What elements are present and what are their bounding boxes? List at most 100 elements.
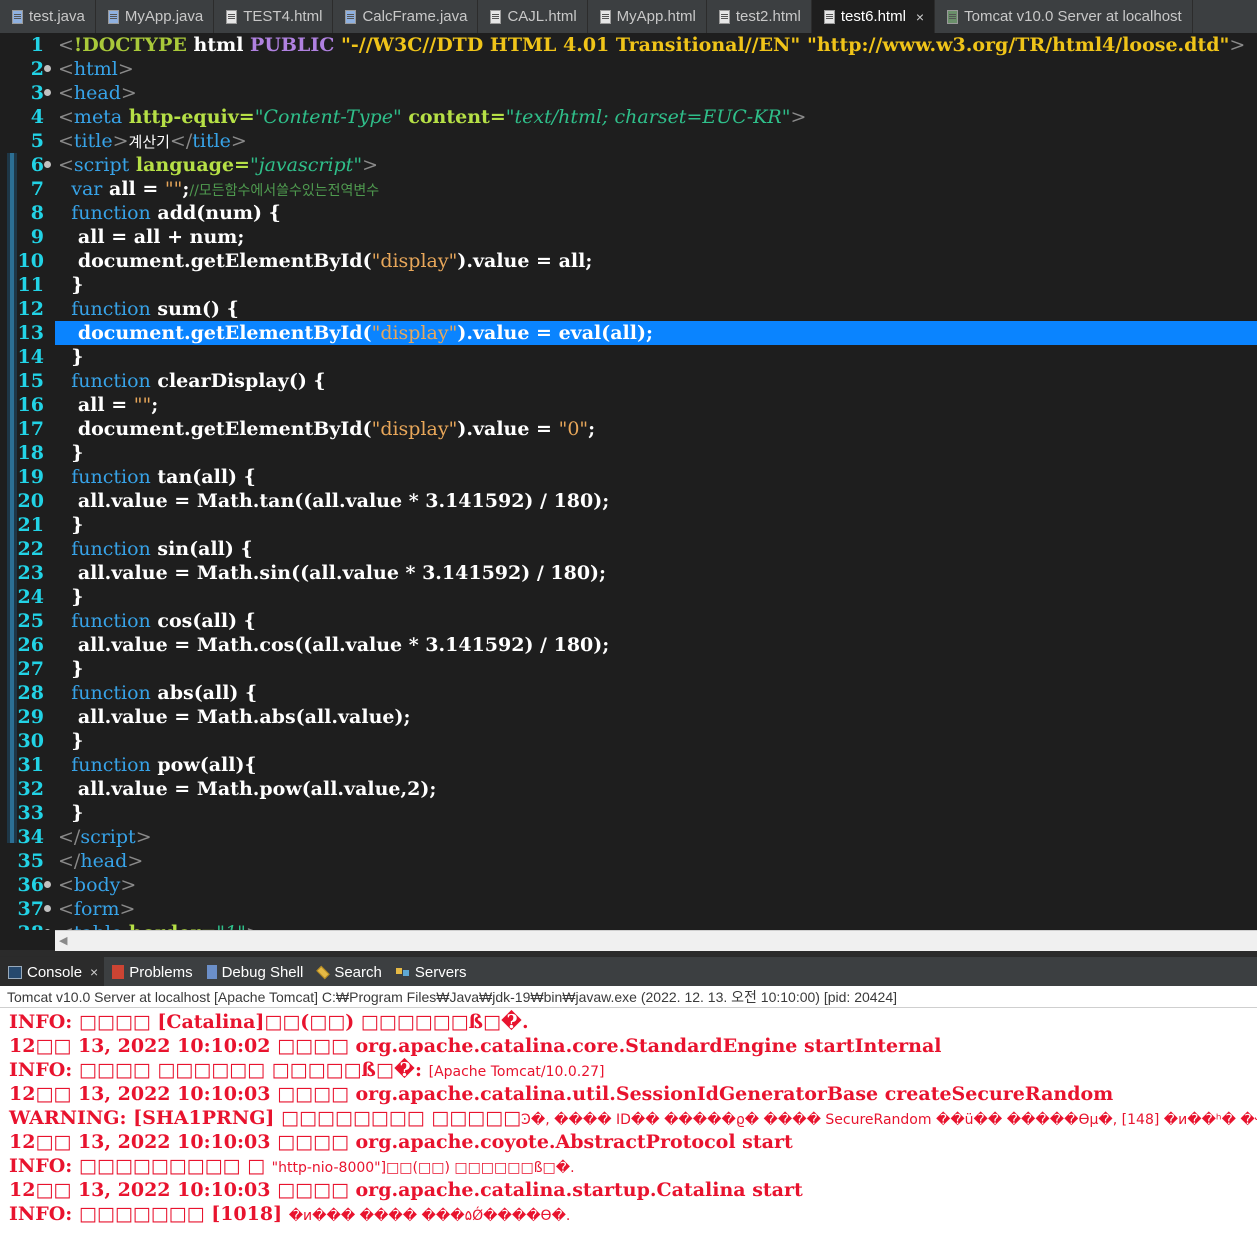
editor-tab[interactable]: MyApp.java xyxy=(96,0,215,33)
code-text: function clearDisplay() { xyxy=(58,369,325,393)
editor-tab[interactable]: TEST4.html xyxy=(214,0,334,33)
code-text: } xyxy=(58,513,83,537)
line-number: 16 xyxy=(17,394,44,416)
view-tab[interactable]: Search xyxy=(309,957,388,987)
horizontal-scrollbar[interactable]: ◀ xyxy=(55,930,1257,951)
code-line[interactable]: 28 function abs(all) { xyxy=(0,681,1257,705)
code-line[interactable]: 15 function clearDisplay() { xyxy=(0,369,1257,393)
editor-tab[interactable]: test2.html xyxy=(707,0,812,33)
editor-tab[interactable]: Tomcat v10.0 Server at localhost xyxy=(935,0,1193,33)
code-line[interactable]: 6 <script language="javascript"> xyxy=(0,153,1257,177)
code-line[interactable]: 37 <form> xyxy=(0,897,1257,921)
code-token: </ xyxy=(58,826,81,848)
code-line[interactable]: 3 <head> xyxy=(0,81,1257,105)
code-token: html xyxy=(73,58,118,80)
editor-tab[interactable]: MyApp.html xyxy=(588,0,707,33)
editor-tab-label: Tomcat v10.0 Server at localhost xyxy=(964,8,1182,25)
code-line[interactable]: 33 } xyxy=(0,801,1257,825)
code-token: > xyxy=(112,130,129,152)
scroll-left-icon[interactable]: ◀ xyxy=(59,934,67,947)
code-line[interactable]: 20 all.value = Math.tan((all.value * 3.1… xyxy=(0,489,1257,513)
line-number: 23 xyxy=(17,562,44,584)
code-line[interactable]: 5 <title>계산기</title> xyxy=(0,129,1257,153)
console-output[interactable]: INFO: □□□□ [Catalina]□□(□□) □□□□□□ß□�. 12… xyxy=(0,1008,1257,1237)
fold-toggle-icon[interactable] xyxy=(44,89,51,96)
view-tab[interactable]: Console × xyxy=(0,957,105,987)
view-tab[interactable]: Problems xyxy=(104,957,198,987)
code-line[interactable]: 34 </script> xyxy=(0,825,1257,849)
fold-toggle-icon[interactable] xyxy=(44,905,51,912)
code-line[interactable]: 35 </head> xyxy=(0,849,1257,873)
editor-tab[interactable]: CAJL.html xyxy=(478,0,588,33)
code-text: <meta http-equiv="Content-Type" content=… xyxy=(58,105,806,129)
code-line[interactable]: 22 function sin(all) { xyxy=(0,537,1257,561)
code-line[interactable]: 38 <table border="1"> xyxy=(0,921,1257,930)
code-token: tan(all) { xyxy=(150,466,256,488)
line-number: 15 xyxy=(17,370,44,392)
code-line[interactable]: 2 <html> xyxy=(0,57,1257,81)
code-line[interactable]: 13 document.getElementById("display").va… xyxy=(0,321,1257,345)
line-gutter: 9 xyxy=(0,225,55,249)
line-number: 6 xyxy=(30,154,44,176)
code-token: function xyxy=(71,202,151,224)
fold-toggle-icon[interactable] xyxy=(44,881,51,888)
console-line-text: INFO: □□□□ □□□□□□ □□□□□ß□�: xyxy=(9,1059,429,1081)
code-line[interactable]: 31 function pow(all){ xyxy=(0,753,1257,777)
code-line[interactable]: 9 all = all + num; xyxy=(0,225,1257,249)
code-line[interactable]: 24 } xyxy=(0,585,1257,609)
code-token: < xyxy=(58,106,74,128)
code-line[interactable]: 7 var all = "";//모든함수에서쓸수있는전역변수 xyxy=(0,177,1257,201)
code-line[interactable]: 14 } xyxy=(0,345,1257,369)
code-line[interactable]: 23 all.value = Math.sin((all.value * 3.1… xyxy=(0,561,1257,585)
code-line[interactable]: 25 function cos(all) { xyxy=(0,609,1257,633)
code-line[interactable]: 11 } xyxy=(0,273,1257,297)
line-number: 37 xyxy=(17,898,44,920)
editor-tab[interactable]: test.java xyxy=(0,0,96,33)
view-tab[interactable]: Servers xyxy=(388,957,473,987)
code-line[interactable]: 26 all.value = Math.cos((all.value * 3.1… xyxy=(0,633,1257,657)
editor-tab[interactable]: CalcFrame.java xyxy=(333,0,479,33)
code-line[interactable]: 10 document.getElementById("display").va… xyxy=(0,249,1257,273)
fold-toggle-icon[interactable] xyxy=(44,65,51,72)
console-line: INFO: □□□□ □□□□□□ □□□□□ß□�: [Apache Tomc… xyxy=(9,1058,605,1082)
code-editor[interactable]: 1 <!DOCTYPE html PUBLIC "-//W3C//DTD HTML… xyxy=(0,33,1257,930)
console-line-text: WARNING: [SHA1PRNG] □□□□□□□□ □□□□□ xyxy=(9,1107,522,1129)
line-gutter: 24 xyxy=(0,585,55,609)
line-number: 36 xyxy=(17,874,44,896)
code-line[interactable]: 8 function add(num) { xyxy=(0,201,1257,225)
code-line[interactable]: 21 } xyxy=(0,513,1257,537)
line-number: 19 xyxy=(17,466,44,488)
editor-tab[interactable]: test6.html × xyxy=(811,0,936,33)
line-gutter: 20 xyxy=(0,489,55,513)
line-gutter: 8 xyxy=(0,201,55,225)
close-icon[interactable]: × xyxy=(90,964,98,980)
code-line[interactable]: 29 all.value = Math.abs(all.value); xyxy=(0,705,1257,729)
view-tab[interactable]: Debug Shell xyxy=(199,957,310,987)
close-icon[interactable]: × xyxy=(916,9,924,25)
code-line[interactable]: 17 document.getElementById("display").va… xyxy=(0,417,1257,441)
code-line[interactable]: 32 all.value = Math.pow(all.value,2); xyxy=(0,777,1257,801)
view-tab-label: Problems xyxy=(129,963,193,981)
code-line[interactable]: 30 } xyxy=(0,729,1257,753)
code-text: function pow(all){ xyxy=(58,753,256,777)
line-gutter: 13 xyxy=(0,321,55,345)
code-line[interactable]: 4 <meta http-equiv="Content-Type" content… xyxy=(0,105,1257,129)
code-token: ; xyxy=(588,418,596,440)
code-token: ).value = xyxy=(457,418,559,440)
code-line[interactable]: 36 <body> xyxy=(0,873,1257,897)
code-line[interactable]: 18 } xyxy=(0,441,1257,465)
code-line[interactable]: 19 function tan(all) { xyxy=(0,465,1257,489)
code-token: > xyxy=(127,850,144,872)
code-token: function xyxy=(71,370,151,392)
code-line[interactable]: 1 <!DOCTYPE html PUBLIC "-//W3C//DTD HTML… xyxy=(0,33,1257,57)
line-number: 10 xyxy=(17,250,44,272)
fold-toggle-icon[interactable] xyxy=(44,161,51,168)
code-line[interactable]: 16 all = ""; xyxy=(0,393,1257,417)
code-token: > xyxy=(246,922,262,930)
code-line[interactable]: 12 function sum() { xyxy=(0,297,1257,321)
code-line[interactable]: 27 } xyxy=(0,657,1257,681)
